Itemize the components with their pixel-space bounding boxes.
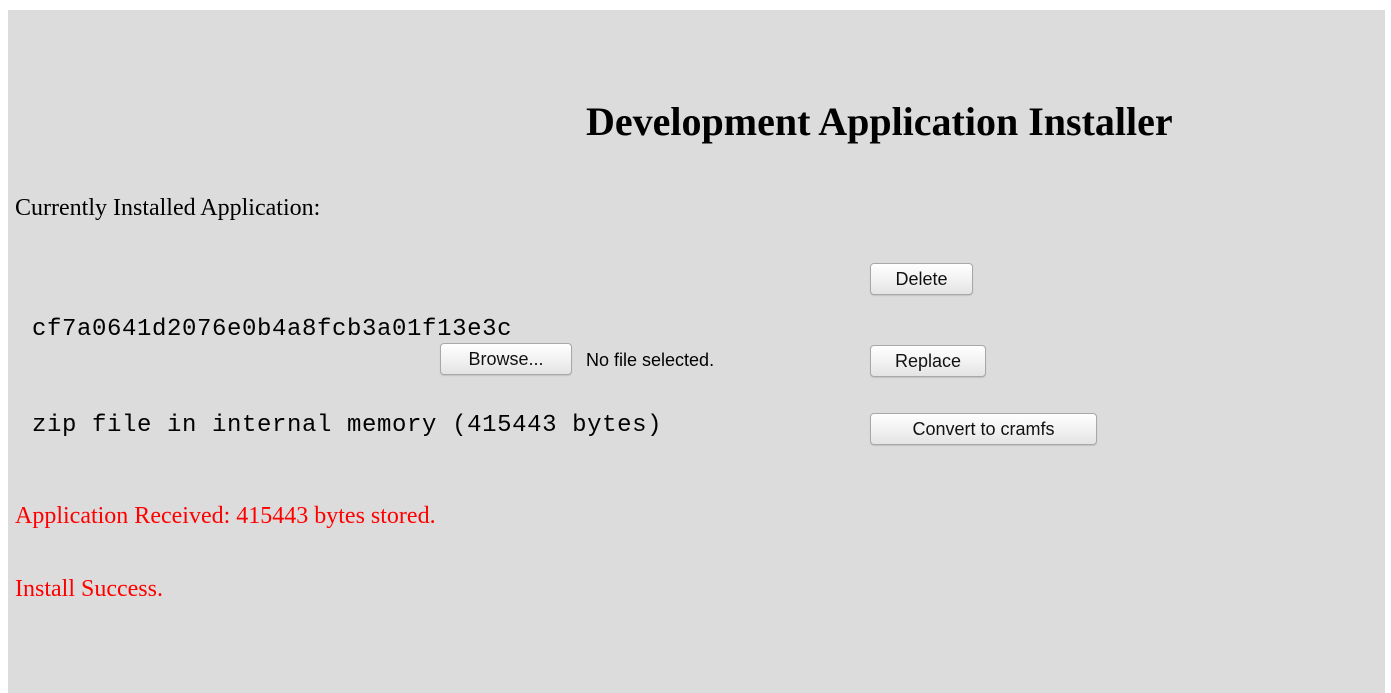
- installed-app-label: Currently Installed Application:: [15, 195, 321, 221]
- page-body: Development Application Installer Curren…: [8, 10, 1385, 693]
- replace-button[interactable]: Replace: [870, 345, 986, 377]
- file-selection-status: No file selected.: [586, 350, 715, 370]
- browse-button[interactable]: Browse...: [440, 343, 572, 375]
- convert-to-cramfs-button[interactable]: Convert to cramfs: [870, 413, 1097, 445]
- page-title: Development Application Installer: [586, 99, 1173, 144]
- app-id: cf7a0641d2076e0b4a8fcb3a01f13e3c: [32, 316, 513, 343]
- installed-app-info: cf7a0641d2076e0b4a8fcb3a01f13e3c zip fil…: [32, 250, 662, 506]
- install-success-message: Install Success.: [15, 576, 163, 602]
- application-received-message: Application Received: 415443 bytes store…: [15, 503, 436, 529]
- app-description: zip file in internal memory (415443 byte…: [32, 412, 663, 439]
- delete-button[interactable]: Delete: [870, 263, 973, 295]
